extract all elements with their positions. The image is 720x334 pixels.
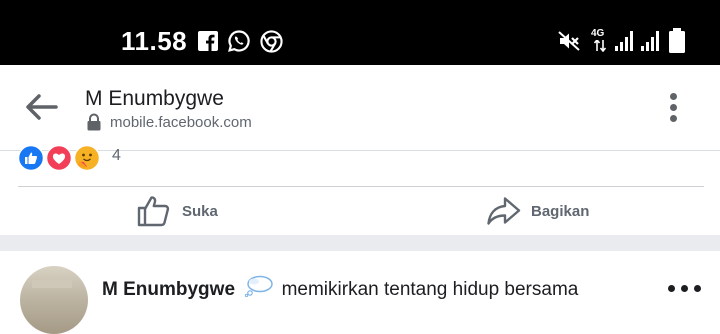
browser-header: M Enumbygwe mobile.facebook.com [0, 65, 720, 150]
share-label: Bagikan [531, 203, 590, 220]
signal-icon [615, 31, 633, 51]
reactions-divider [18, 186, 704, 187]
avatar[interactable] [20, 266, 88, 334]
share-button[interactable]: Bagikan [486, 191, 606, 231]
post-header: M Enumbygwe memikirkan tentang hidup ber… [102, 275, 578, 301]
lock-icon [87, 113, 101, 131]
like-label: Suka [182, 203, 218, 220]
more-options-icon[interactable] [664, 91, 684, 125]
battery-icon [669, 28, 685, 53]
signal-icon [641, 31, 659, 51]
whatsapp-icon [228, 30, 250, 52]
status-bar: 11.58 4G [0, 0, 720, 65]
chrome-icon [260, 30, 283, 53]
network-label: 4G [591, 28, 605, 39]
post-author[interactable]: M Enumbygwe [102, 279, 235, 300]
post-more-options-icon[interactable] [668, 283, 702, 293]
mute-icon [558, 31, 580, 51]
like-button[interactable]: Suka [136, 191, 236, 231]
like-reaction-icon [18, 145, 44, 171]
post-activity: memikirkan tentang hidup bersama [281, 279, 579, 300]
page-title: M Enumbygwe [85, 87, 224, 110]
love-reaction-icon [46, 145, 72, 171]
network-4g-icon: 4G [591, 28, 611, 54]
header-divider [0, 150, 720, 151]
thumbs-up-icon [137, 196, 170, 227]
page-url[interactable]: mobile.facebook.com [110, 114, 252, 132]
feed-separator [0, 235, 720, 251]
reaction-count[interactable]: 4 [112, 147, 121, 165]
thought-bubble-icon [245, 275, 274, 298]
back-arrow-icon[interactable] [22, 92, 60, 122]
share-arrow-icon [487, 197, 521, 225]
status-time: 11.58 [121, 26, 188, 56]
care-reaction-icon [74, 145, 100, 171]
facebook-icon [198, 31, 218, 51]
